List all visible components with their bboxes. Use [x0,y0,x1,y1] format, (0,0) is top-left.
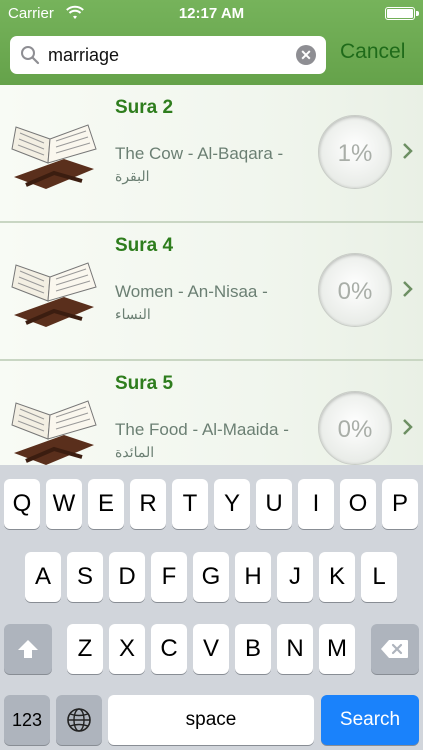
key-j[interactable]: J [277,552,313,602]
clock: 12:17 AM [178,5,245,22]
numbers-key[interactable]: 123 [4,695,50,745]
progress-percent: 0% [337,278,373,305]
arabic-name: النساء [115,306,151,322]
key-c[interactable]: C [151,624,187,674]
key-p[interactable]: P [382,479,418,529]
separator: - [272,144,284,163]
cancel-button[interactable]: Cancel [340,40,405,64]
english-name: The Food [115,420,188,439]
chevron-right-icon [403,281,413,297]
key-v[interactable]: V [193,624,229,674]
key-g[interactable]: G [193,552,229,602]
space-key[interactable]: space [108,695,314,745]
key-n[interactable]: N [277,624,313,674]
search-key[interactable]: Search [321,695,419,745]
key-t[interactable]: T [172,479,208,529]
separator: - [187,420,202,439]
english-name: Women [115,282,174,301]
arabic-name: المائدة [115,444,155,460]
key-o[interactable]: O [340,479,376,529]
header: Carrier 12:17 AM marriage ✕ Cancel [0,0,423,85]
progress-percent: 0% [337,416,373,443]
key-s[interactable]: S [67,552,103,602]
transliterated-name: Al-Maaida [201,420,279,439]
separator: - [173,282,188,301]
key-f[interactable]: F [151,552,187,602]
key-a[interactable]: A [25,552,61,602]
sura-title: Sura 5 [115,373,174,394]
progress-percent: 1% [337,140,373,167]
key-y[interactable]: Y [214,479,250,529]
backspace-icon [381,640,408,658]
english-name: The Cow [115,144,184,163]
globe-icon [67,708,91,732]
quran-book-icon [11,124,97,189]
progress-circle: 1% [318,115,392,189]
key-k[interactable]: K [319,552,355,602]
results-list: Sura 2 The Cow - Al-Baqara - البقرة 1% S… [0,85,423,465]
key-q[interactable]: Q [4,479,40,529]
result-row[interactable]: Sura 4 Women - An-Nisaa - النساء 0% [0,223,423,361]
transliterated-name: An-Nisaa [187,282,258,301]
search-icon [21,46,40,65]
result-row[interactable]: Sura 5 The Food - Al-Maaida - المائدة 0% [0,361,423,465]
sura-title: Sura 2 [115,97,174,118]
key-m[interactable]: M [319,624,355,674]
keyboard: Q W E R T Y U I O P A S D F G H J K L Z … [0,465,423,750]
progress-circle: 0% [318,391,392,465]
backspace-key[interactable] [371,624,419,674]
separator: - [183,144,198,163]
search-input[interactable]: marriage ✕ [10,36,326,74]
key-w[interactable]: W [46,479,82,529]
clear-icon[interactable]: ✕ [296,45,316,65]
quran-book-icon [11,262,97,327]
battery-icon [385,7,419,20]
key-u[interactable]: U [256,479,292,529]
key-d[interactable]: D [109,552,145,602]
separator: - [278,420,289,439]
chevron-right-icon [403,143,413,159]
chevron-right-icon [403,419,413,435]
key-z[interactable]: Z [67,624,103,674]
search-query[interactable]: marriage [48,45,119,66]
key-h[interactable]: H [235,552,271,602]
arabic-name: البقرة [115,168,150,184]
result-row[interactable]: Sura 2 The Cow - Al-Baqara - البقرة 1% [0,85,423,223]
globe-key[interactable] [56,695,102,745]
separator: - [257,282,268,301]
status-bar: Carrier 12:17 AM [0,0,423,28]
key-x[interactable]: X [109,624,145,674]
key-b[interactable]: B [235,624,271,674]
key-i[interactable]: I [298,479,334,529]
sura-description: The Cow - Al-Baqara - البقرة [115,143,315,187]
key-e[interactable]: E [88,479,124,529]
quran-book-icon [11,400,97,465]
progress-circle: 0% [318,253,392,327]
sura-description: Women - An-Nisaa - النساء [115,281,315,325]
shift-icon [18,640,38,658]
shift-key[interactable] [4,624,52,674]
transliterated-name: Al-Baqara [197,144,273,163]
key-l[interactable]: L [361,552,397,602]
sura-title: Sura 4 [115,235,174,256]
sura-description: The Food - Al-Maaida - المائدة [115,419,315,463]
key-r[interactable]: R [130,479,166,529]
